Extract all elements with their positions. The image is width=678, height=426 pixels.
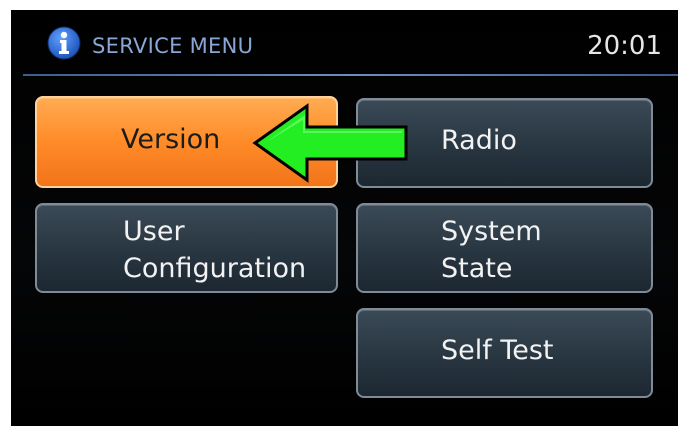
- user-configuration-label-line2: Configuration: [123, 253, 307, 284]
- system-state-label: System State: [441, 213, 542, 287]
- user-configuration-button[interactable]: User Configuration: [35, 203, 338, 293]
- screenshot-frame: SERVICE MENU 20:01 Version Radio User Con…: [0, 0, 678, 426]
- header-bar: SERVICE MENU 20:01: [11, 10, 678, 74]
- header-divider: [23, 74, 678, 76]
- info-icon: [47, 26, 81, 60]
- system-state-button[interactable]: System State: [356, 203, 653, 293]
- system-state-label-line2: State: [441, 253, 513, 284]
- green-arrow-icon: [252, 103, 408, 183]
- system-state-label-line1: System: [441, 216, 542, 247]
- radio-button-label: Radio: [441, 125, 517, 156]
- version-button-label: Version: [121, 124, 221, 155]
- page-title: SERVICE MENU: [92, 34, 254, 58]
- self-test-button[interactable]: Self Test: [356, 308, 653, 398]
- clock: 20:01: [587, 31, 662, 61]
- user-configuration-label: User Configuration: [123, 213, 306, 287]
- head-unit-screen: SERVICE MENU 20:01 Version Radio User Con…: [11, 10, 678, 426]
- user-configuration-label-line1: User: [123, 216, 185, 247]
- self-test-button-label: Self Test: [441, 335, 554, 366]
